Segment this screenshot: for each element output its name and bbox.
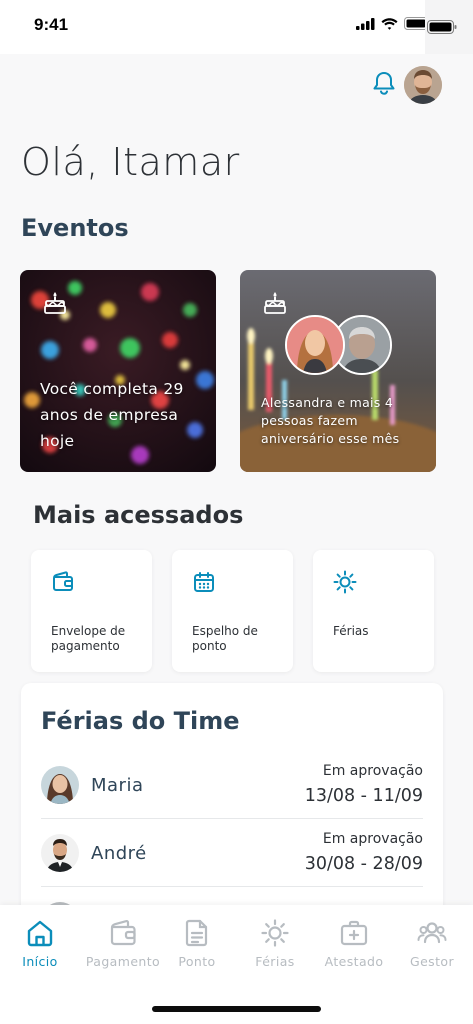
user-avatar[interactable]: [404, 66, 442, 104]
calendar-icon: [194, 572, 214, 592]
shortcut-label: Espelho de ponto: [192, 624, 258, 653]
status-bar: 9:41: [0, 0, 473, 54]
vacation-dates: 30/08 - 28/09: [304, 854, 423, 874]
sun-icon: [261, 919, 289, 947]
medical-kit-icon: [340, 920, 368, 946]
shortcut-vacation[interactable]: Férias: [313, 550, 434, 672]
nav-item-ferias[interactable]: Férias: [235, 918, 315, 969]
event-text: Alessandra e mais 4 pessoas fazem aniver…: [261, 395, 400, 446]
nav-label: Gestor: [410, 954, 454, 969]
shortcut-label: Férias: [333, 624, 369, 638]
nav-label: Ponto: [178, 954, 216, 969]
birthday-avatar: [285, 315, 345, 375]
member-name: Maria: [91, 775, 144, 796]
wifi-icon: [381, 17, 398, 30]
nav-item-ponto[interactable]: Ponto: [157, 918, 237, 969]
status-bar-extension: [425, 0, 473, 54]
member-name: André: [91, 843, 147, 864]
greeting-title: Olá, Itamar: [21, 140, 240, 184]
shortcut-label: Envelope de pagamento: [51, 624, 126, 653]
signal-icon: [356, 17, 375, 30]
event-card-birthdays[interactable]: Alessandra e mais 4 pessoas fazem aniver…: [240, 270, 436, 472]
event-text: Você completa 29 anos de empresa hoje: [40, 380, 184, 450]
vacation-dates: 13/08 - 11/09: [304, 786, 423, 806]
nav-label: Início: [22, 954, 58, 969]
shortcut-payslip[interactable]: Envelope de pagamento: [31, 550, 152, 672]
nav-label: Pagamento: [85, 954, 161, 969]
shortcut-timesheet[interactable]: Espelho de ponto: [172, 550, 293, 672]
avatar: [41, 766, 79, 804]
wallet-icon: [53, 571, 73, 591]
battery-icon: [427, 20, 457, 34]
nav-item-atestado[interactable]: Atestado: [314, 918, 394, 969]
team-vacation-title: Férias do Time: [41, 707, 240, 735]
event-card-anniversary[interactable]: Você completa 29 anos de empresa hoje: [20, 270, 216, 472]
list-item[interactable]: André Em aprovação 30/08 - 28/09: [41, 819, 423, 887]
status-text: Em aprovação: [322, 831, 423, 847]
nav-item-gestor[interactable]: Gestor: [392, 918, 472, 969]
status-time: 9:41: [34, 15, 69, 34]
nav-item-pagamento[interactable]: Pagamento: [83, 918, 163, 969]
avatar: [41, 834, 79, 872]
cake-icon: [44, 292, 66, 314]
list-item[interactable]: Maria Em aprovação 13/08 - 11/09: [41, 751, 423, 819]
document-icon: [185, 919, 208, 947]
nav-label: Atestado: [324, 954, 384, 969]
home-indicator: [152, 1006, 321, 1012]
status-icons: [356, 17, 431, 30]
events-title: Eventos: [21, 214, 129, 242]
notification-bell-icon[interactable]: [371, 70, 397, 96]
home-icon: [27, 920, 53, 947]
most-accessed-title: Mais acessados: [33, 501, 244, 529]
status-text: Em aprovação: [322, 763, 423, 779]
nav-item-inicio[interactable]: Início: [0, 918, 80, 969]
nav-label: Férias: [255, 954, 295, 969]
sun-icon: [333, 570, 357, 594]
team-icon: [417, 922, 447, 944]
team-vacation-card: Férias do Time Maria Em aprovação 13/08 …: [21, 683, 443, 923]
cake-icon: [264, 292, 286, 314]
wallet-icon: [110, 919, 136, 946]
